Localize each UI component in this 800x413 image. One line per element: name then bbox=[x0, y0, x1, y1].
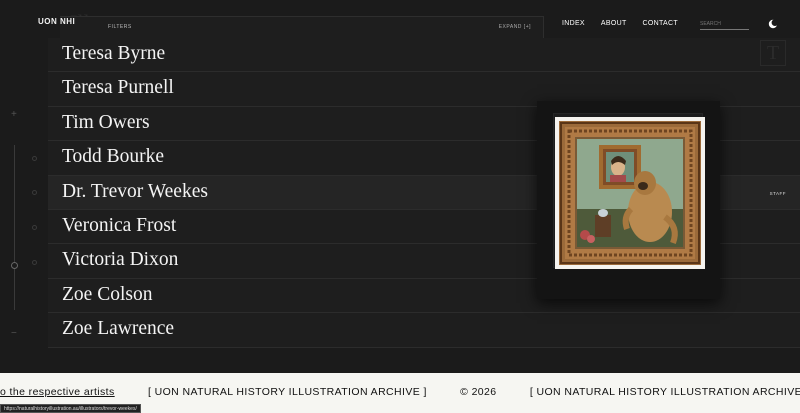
nav-about[interactable]: ABOUT bbox=[595, 18, 633, 32]
artist-name[interactable]: Zoe Colson bbox=[62, 284, 152, 306]
artist-role-tag: STAFF bbox=[769, 190, 786, 196]
artist-name[interactable]: Victoria Dixon bbox=[62, 249, 178, 271]
expand-filters-button[interactable]: EXPAND [+] bbox=[499, 24, 531, 30]
artwork-mat bbox=[555, 117, 705, 269]
timeline-dot bbox=[32, 190, 37, 195]
status-url-tooltip: https://naturalhistoryillustration.au/il… bbox=[0, 404, 141, 413]
footer-copyright: © 2026 bbox=[460, 386, 497, 398]
artwork-frame bbox=[553, 113, 705, 269]
moon-icon[interactable] bbox=[767, 18, 779, 30]
timeline-zoom-in-icon[interactable]: + bbox=[11, 109, 17, 120]
footer-credit-link[interactable]: o the respective artists bbox=[0, 386, 115, 398]
search-input[interactable] bbox=[700, 18, 749, 30]
artwork-image bbox=[555, 117, 705, 269]
nav-links: INDEX ABOUT CONTACT bbox=[556, 18, 684, 32]
artist-name[interactable]: Veronica Frost bbox=[62, 215, 176, 237]
timeline-dot bbox=[32, 156, 37, 161]
footer-archive-label: [ UON NATURAL HISTORY ILLUSTRATION ARCHI… bbox=[529, 386, 800, 398]
artist-row[interactable]: Zoe Lawrence bbox=[48, 313, 800, 348]
timeline-dot bbox=[32, 260, 37, 265]
filters-label[interactable]: FILTERS bbox=[108, 24, 132, 30]
artist-name[interactable]: Tim Owers bbox=[62, 112, 150, 134]
artwork-preview-card bbox=[537, 101, 720, 299]
timeline-dot bbox=[32, 225, 37, 230]
timeline-track[interactable] bbox=[14, 145, 15, 310]
artist-name[interactable]: Zoe Lawrence bbox=[62, 318, 174, 340]
nav-index[interactable]: INDEX bbox=[556, 18, 591, 32]
artist-name[interactable]: Dr. Trevor Weekes bbox=[62, 181, 208, 203]
footer-ticker: o the respective artists [ UON NATURAL H… bbox=[0, 386, 800, 398]
letter-section-badge: T bbox=[760, 40, 786, 66]
artist-name[interactable]: Teresa Byrne bbox=[62, 43, 165, 65]
artist-name[interactable]: Teresa Purnell bbox=[62, 77, 174, 99]
filter-bar[interactable]: FILTERS EXPAND [+] bbox=[60, 16, 544, 38]
artist-row[interactable]: Teresa Byrne bbox=[48, 38, 800, 73]
footer-archive-label: [ UON NATURAL HISTORY ILLUSTRATION ARCHI… bbox=[147, 386, 427, 398]
site-logo[interactable]: UON NHI bbox=[38, 17, 75, 26]
timeline-zoom-out-icon[interactable]: − bbox=[11, 328, 17, 339]
timeline-handle[interactable] bbox=[11, 262, 18, 269]
artist-name[interactable]: Todd Bourke bbox=[62, 146, 164, 168]
nav-contact[interactable]: CONTACT bbox=[637, 18, 684, 32]
